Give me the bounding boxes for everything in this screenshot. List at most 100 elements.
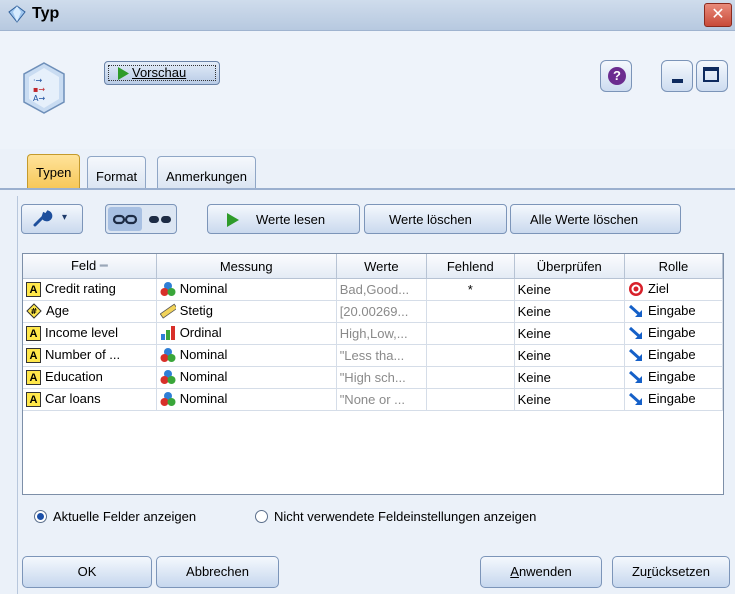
cell-ueberpruefen[interactable]: Keine (514, 344, 625, 367)
cell-werte[interactable]: Bad,Good... (336, 278, 428, 301)
cell-rolle[interactable]: Ziel (624, 278, 724, 301)
link-view-toggle[interactable] (108, 207, 142, 231)
preview-button[interactable]: Vorschau (104, 61, 220, 85)
column-header-messung[interactable]: Messung (156, 254, 337, 279)
table-header-row: Feld ━ Messung Werte Fehlend Überprüfen … (23, 254, 724, 279)
empty-table-row (23, 453, 723, 474)
cell-messung[interactable]: Nominal (156, 278, 337, 301)
read-values-button[interactable]: Werte lesen (207, 204, 360, 234)
ok-button[interactable]: OK (22, 556, 152, 588)
table-row[interactable]: A Education Nominal "High sch... Keine Eingab… (23, 366, 724, 389)
cell-messung[interactable]: Ordinal (156, 322, 337, 345)
string-icon: A (26, 369, 45, 385)
clear-values-label: Werte löschen (389, 212, 472, 227)
tab-typen[interactable]: Typen (27, 154, 81, 188)
tab-label: Format (96, 169, 138, 184)
help-icon: ? (608, 67, 626, 85)
cell-ueberpruefen[interactable]: Keine (514, 388, 625, 411)
cell-rolle[interactable]: Eingabe (624, 366, 724, 389)
cell-messung[interactable]: Nominal (156, 344, 337, 367)
preview-label: Vorschau (132, 65, 187, 80)
table-row[interactable]: # Age Stetig [20.00269... Keine Eingabe (23, 300, 724, 323)
cell-ueberpruefen[interactable]: Keine (514, 322, 625, 345)
column-header-feld[interactable]: Feld ━ (23, 254, 157, 279)
cell-fehlend[interactable] (426, 344, 515, 367)
nominal-icon (160, 347, 180, 362)
cell-fehlend[interactable] (426, 300, 515, 323)
minimize-button[interactable] (661, 60, 693, 92)
maximize-button[interactable] (696, 60, 728, 92)
chain-link-icon (112, 214, 138, 225)
cell-fehlend[interactable] (426, 322, 515, 345)
cell-rolle[interactable]: Eingabe (624, 322, 724, 345)
radio-unused-settings[interactable]: Nicht verwendete Feldeinstellungen anzei… (255, 509, 536, 524)
type-node-icon: ·→ ▪→ A→ (23, 62, 65, 114)
cell-messung[interactable]: Stetig (156, 300, 337, 323)
cell-rolle[interactable]: Eingabe (624, 344, 724, 367)
cell-werte[interactable]: "None or ... (336, 388, 428, 411)
cell-feld[interactable]: A Number of ... (23, 344, 157, 367)
cell-messung[interactable]: Nominal (156, 366, 337, 389)
cell-fehlend[interactable] (426, 388, 515, 411)
cell-feld[interactable]: A Education (23, 366, 157, 389)
cell-werte[interactable]: [20.00269... (336, 300, 428, 323)
close-button[interactable]: ✕ (704, 3, 732, 27)
cell-werte[interactable]: High,Low,... (336, 322, 428, 345)
cell-messung[interactable]: Nominal (156, 388, 337, 411)
table-row[interactable]: A Income level Ordinal High,Low,... Keine Ein… (23, 322, 724, 345)
cell-fehlend[interactable]: * (426, 278, 515, 301)
play-icon (227, 213, 239, 227)
help-button[interactable]: ? (600, 60, 632, 92)
string-icon: A (26, 347, 45, 363)
input-arrow-icon (628, 303, 648, 318)
continuous-icon (159, 303, 180, 319)
tab-format[interactable]: Format (87, 156, 147, 188)
cell-rolle[interactable]: Eingabe (624, 388, 724, 411)
radio-current-fields-label: Aktuelle Felder anzeigen (53, 509, 197, 524)
cell-feld[interactable]: A Car loans (23, 388, 157, 411)
nominal-icon (160, 369, 180, 384)
title-bar: Typ ✕ (0, 0, 735, 31)
svg-text:▪→: ▪→ (33, 85, 45, 94)
clear-values-button[interactable]: Werte löschen (364, 204, 507, 234)
tab-divider (0, 188, 735, 190)
table-row[interactable]: A Credit rating Nominal Bad,Good... * Keine Zi… (23, 278, 724, 301)
reset-button[interactable]: Zurücksetzen (612, 556, 730, 588)
table-row[interactable]: A Car loans Nominal "None or ... Keine Eingab… (23, 388, 724, 411)
tab-label: Anmerkungen (166, 169, 247, 184)
column-header-ueberpruefen[interactable]: Überprüfen (514, 254, 625, 279)
svg-text:A→: A→ (33, 94, 45, 103)
tab-anmerkungen[interactable]: Anmerkungen (157, 156, 256, 188)
column-header-fehlend[interactable]: Fehlend (426, 254, 515, 279)
cell-fehlend[interactable] (426, 366, 515, 389)
cell-ueberpruefen[interactable]: Keine (514, 300, 625, 323)
cancel-button[interactable]: Abbrechen (156, 556, 279, 588)
view-toggle-group (105, 204, 177, 234)
cell-feld[interactable]: # Age (23, 300, 157, 323)
tab-label: Typen (36, 165, 72, 180)
radio-button[interactable] (255, 510, 268, 524)
empty-table-row (23, 432, 723, 453)
clear-all-values-button[interactable]: Alle Werte löschen (510, 204, 681, 234)
string-icon: A (26, 391, 45, 407)
radio-current-fields[interactable]: Aktuelle Felder anzeigen (34, 509, 196, 524)
apply-button[interactable]: Anwenden (480, 556, 602, 588)
tools-menu-button[interactable]: ▾ (21, 204, 83, 234)
cell-rolle[interactable]: Eingabe (624, 300, 724, 323)
fields-table: Feld ━ Messung Werte Fehlend Überprüfen … (22, 253, 724, 495)
radio-button-selected[interactable] (34, 510, 47, 524)
ok-label: OK (77, 564, 97, 579)
column-header-werte[interactable]: Werte (336, 254, 428, 279)
cell-werte[interactable]: "Less tha... (336, 344, 428, 367)
input-arrow-icon (628, 391, 648, 406)
cell-ueberpruefen[interactable]: Keine (514, 366, 625, 389)
cell-ueberpruefen[interactable]: Keine (514, 278, 625, 301)
cell-feld[interactable]: A Credit rating (23, 278, 157, 301)
cell-feld[interactable]: A Income level (23, 322, 157, 345)
cell-werte[interactable]: "High sch... (336, 366, 428, 389)
unlink-view-toggle[interactable] (144, 207, 176, 231)
window-title: Typ (32, 5, 60, 22)
column-header-rolle[interactable]: Rolle (624, 254, 724, 279)
input-arrow-icon (628, 325, 648, 340)
table-row[interactable]: A Number of ... Nominal "Less tha... Keine Ei… (23, 344, 724, 367)
